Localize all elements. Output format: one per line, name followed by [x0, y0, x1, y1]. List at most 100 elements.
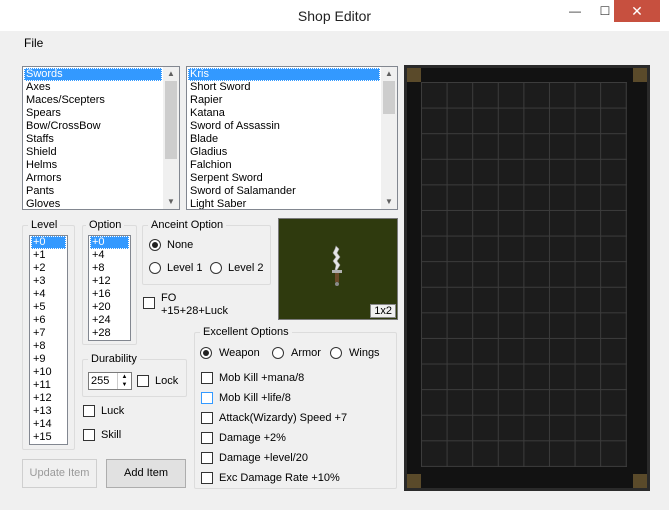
excellent-option-checkbox[interactable]	[201, 412, 213, 424]
level-list-item[interactable]: +3	[31, 275, 66, 288]
excellent-option-checkbox[interactable]	[201, 452, 213, 464]
ancient-level2-radio[interactable]	[210, 262, 222, 274]
kris-dagger-icon	[332, 245, 342, 286]
item-list-scrollbar[interactable]: ▲ ▼	[381, 67, 397, 209]
category-list-item[interactable]: Armors	[24, 172, 162, 185]
option-list-item[interactable]: +4	[90, 249, 129, 262]
option-list-item[interactable]: +8	[90, 262, 129, 275]
scrollbar-thumb[interactable]	[165, 81, 177, 159]
category-list-item[interactable]: Pants	[24, 185, 162, 198]
option-list-item[interactable]: +0	[90, 236, 129, 249]
level-list-item[interactable]: +2	[31, 262, 66, 275]
update-item-button[interactable]: Update Item	[22, 459, 97, 488]
level-list-item[interactable]: +11	[31, 379, 66, 392]
level-list-item[interactable]: +4	[31, 288, 66, 301]
scrollbar-thumb[interactable]	[383, 81, 395, 114]
lock-checkbox[interactable]	[137, 375, 149, 387]
excellent-type-wings-label: Wings	[349, 347, 380, 359]
corner-ornament-icon	[407, 474, 421, 488]
ancient-none-radio[interactable]	[149, 239, 161, 251]
level-group-label: Level	[28, 219, 61, 231]
level-list-item[interactable]: +10	[31, 366, 66, 379]
spin-down-icon[interactable]: ▼	[117, 381, 131, 389]
ancient-level2-label: Level 2	[228, 262, 264, 274]
category-list-item[interactable]: Helms	[24, 159, 162, 172]
minimize-button[interactable]: —	[560, 0, 590, 22]
skill-checkbox[interactable]	[83, 429, 95, 441]
excellent-option-label: Damage +level/20	[219, 452, 308, 464]
level-list-item[interactable]: +7	[31, 327, 66, 340]
item-list-item[interactable]: Sword of Salamander	[188, 185, 380, 198]
excellent-type-weapon-radio[interactable]	[200, 347, 212, 359]
item-list-item[interactable]: Serpent Sword	[188, 172, 380, 185]
level-list-item[interactable]: +6	[31, 314, 66, 327]
item-list-item[interactable]: Gladius	[188, 146, 380, 159]
level-list-item[interactable]: +8	[31, 340, 66, 353]
option-list-item[interactable]: +16	[90, 288, 129, 301]
level-list-item[interactable]: +0	[31, 236, 66, 249]
corner-ornament-icon	[633, 68, 647, 82]
item-preview: 1x2	[278, 218, 398, 320]
fo-sublabel: +15+28+Luck	[161, 305, 228, 317]
category-list-item[interactable]: Spears	[24, 107, 162, 120]
scroll-up-arrow-icon[interactable]: ▲	[381, 67, 397, 81]
fo-checkbox[interactable]	[143, 297, 155, 309]
skill-label: Skill	[101, 429, 122, 441]
menu-file[interactable]: File	[24, 36, 43, 50]
scroll-up-arrow-icon[interactable]: ▲	[163, 67, 179, 81]
level-list-item[interactable]: +13	[31, 405, 66, 418]
level-list-item[interactable]: +15	[31, 431, 66, 444]
category-list[interactable]: Swords Axes Maces/Scepters Spears Bow/CrossB…	[22, 66, 180, 210]
option-list[interactable]: +0 +4 +8 +12 +16 +20 +24 +28	[88, 235, 131, 341]
excellent-option-checkbox[interactable]	[201, 472, 213, 484]
level-list[interactable]: +0 +1 +2 +3 +4 +5 +6 +7 +8 +9 +10 +11 +12 +13 +14 +15	[29, 235, 68, 445]
category-list-item[interactable]: Axes	[24, 81, 162, 94]
category-list-scrollbar[interactable]: ▲ ▼	[163, 67, 179, 209]
close-button[interactable]: ✕	[614, 0, 660, 22]
luck-checkbox[interactable]	[83, 405, 95, 417]
option-list-item[interactable]: +20	[90, 301, 129, 314]
ancient-option-group	[142, 225, 271, 285]
item-list-item[interactable]: Kris	[188, 68, 380, 81]
excellent-option-label: Mob Kill +mana/8	[219, 372, 305, 384]
level-list-item[interactable]: +5	[31, 301, 66, 314]
option-list-item[interactable]: +28	[90, 327, 129, 340]
option-list-item[interactable]: +12	[90, 275, 129, 288]
inventory-grid[interactable]	[421, 82, 627, 467]
category-list-item[interactable]: Bow/CrossBow	[24, 120, 162, 133]
scroll-down-arrow-icon[interactable]: ▼	[163, 195, 179, 209]
excellent-option-checkbox[interactable]	[201, 392, 213, 404]
item-list-item[interactable]: Light Saber	[188, 198, 380, 209]
item-list-item[interactable]: Falchion	[188, 159, 380, 172]
excellent-option-checkbox[interactable]	[201, 432, 213, 444]
durability-label: Durability	[88, 353, 140, 365]
item-list-item[interactable]: Katana	[188, 107, 380, 120]
level-list-item[interactable]: +12	[31, 392, 66, 405]
add-item-button[interactable]: Add Item	[106, 459, 186, 488]
excellent-type-wings-radio[interactable]	[330, 347, 342, 359]
category-list-item[interactable]: Staffs	[24, 133, 162, 146]
level-list-item[interactable]: +14	[31, 418, 66, 431]
item-list[interactable]: Kris Short Sword Rapier Katana Sword of Assa…	[186, 66, 398, 210]
option-list-item[interactable]: +24	[90, 314, 129, 327]
category-list-item[interactable]: Swords	[24, 68, 162, 81]
excellent-type-armor-label: Armor	[291, 347, 321, 359]
ancient-level1-radio[interactable]	[149, 262, 161, 274]
category-list-item[interactable]: Gloves	[24, 198, 162, 209]
level-list-item[interactable]: +1	[31, 249, 66, 262]
category-list-item[interactable]: Shield	[24, 146, 162, 159]
item-list-item[interactable]: Blade	[188, 133, 380, 146]
category-list-item[interactable]: Maces/Scepters	[24, 94, 162, 107]
scroll-down-arrow-icon[interactable]: ▼	[381, 195, 397, 209]
item-list-item[interactable]: Rapier	[188, 94, 380, 107]
ancient-level1-label: Level 1	[167, 262, 203, 274]
excellent-option-label: Damage +2%	[219, 432, 286, 444]
lock-label: Lock	[155, 375, 179, 387]
durability-input[interactable]: 255 ▲ ▼	[88, 372, 132, 390]
excellent-option-checkbox[interactable]	[201, 372, 213, 384]
excellent-type-armor-radio[interactable]	[272, 347, 284, 359]
item-list-item[interactable]: Sword of Assassin	[188, 120, 380, 133]
item-list-item[interactable]: Short Sword	[188, 81, 380, 94]
level-list-item[interactable]: +9	[31, 353, 66, 366]
spin-up-icon[interactable]: ▲	[117, 373, 131, 381]
